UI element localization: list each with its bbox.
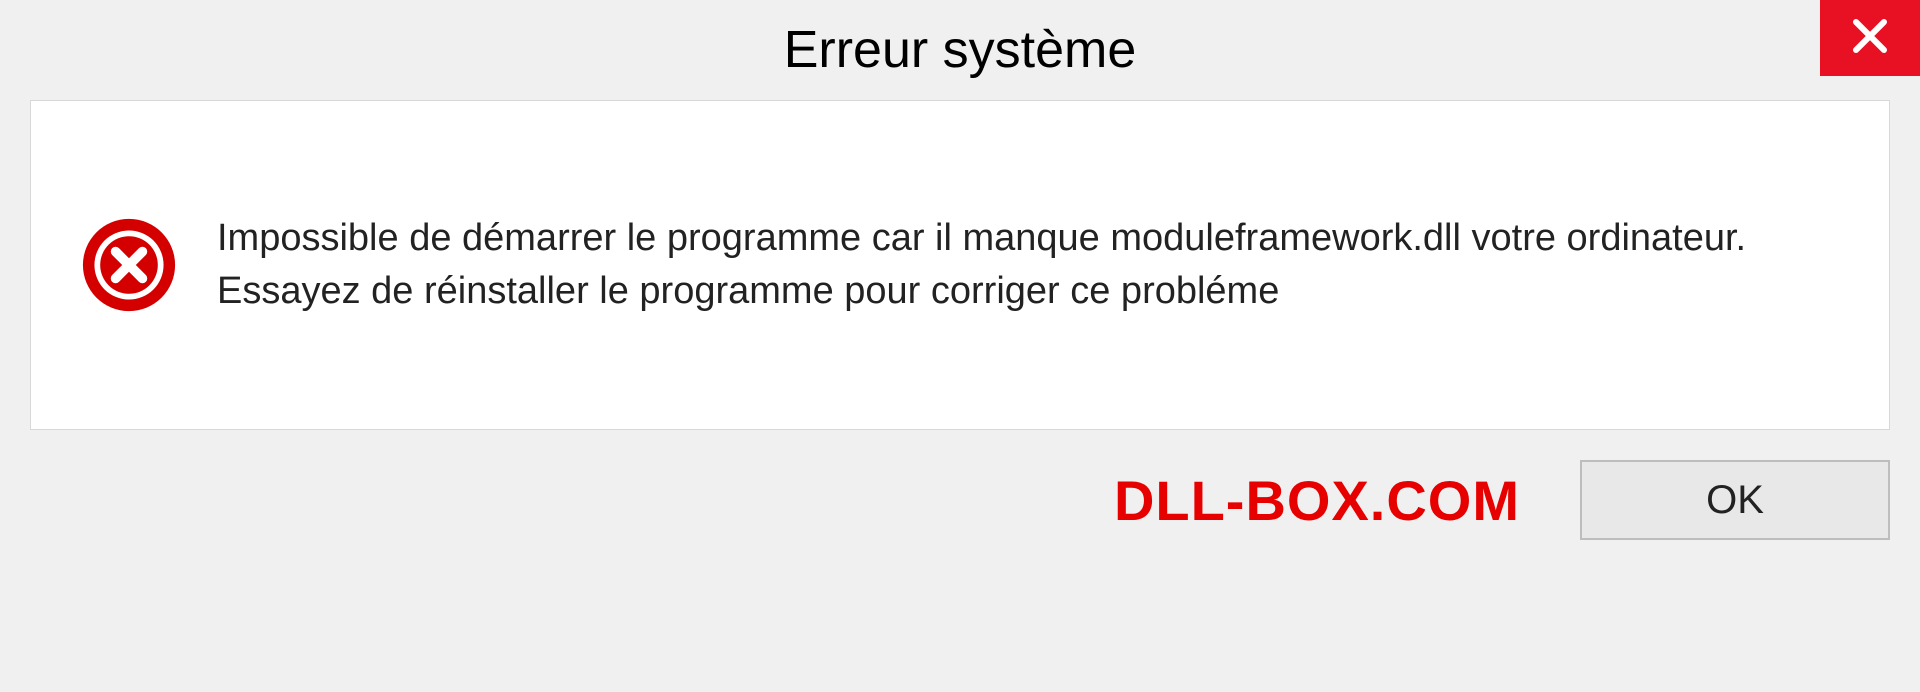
dialog-title: Erreur système: [784, 20, 1137, 80]
error-icon: [81, 217, 177, 313]
error-message: Impossible de démarrer le programme car …: [217, 212, 1829, 318]
close-icon: [1850, 16, 1890, 61]
close-button[interactable]: [1820, 0, 1920, 76]
content-panel: Impossible de démarrer le programme car …: [30, 100, 1890, 430]
error-dialog: Erreur système Impossible de démarrer le…: [0, 0, 1920, 692]
ok-button[interactable]: OK: [1580, 460, 1890, 540]
title-bar: Erreur système: [0, 0, 1920, 100]
brand-watermark: DLL-BOX.COM: [1114, 468, 1520, 533]
footer-bar: DLL-BOX.COM OK: [0, 430, 1920, 570]
ok-button-label: OK: [1706, 478, 1764, 523]
